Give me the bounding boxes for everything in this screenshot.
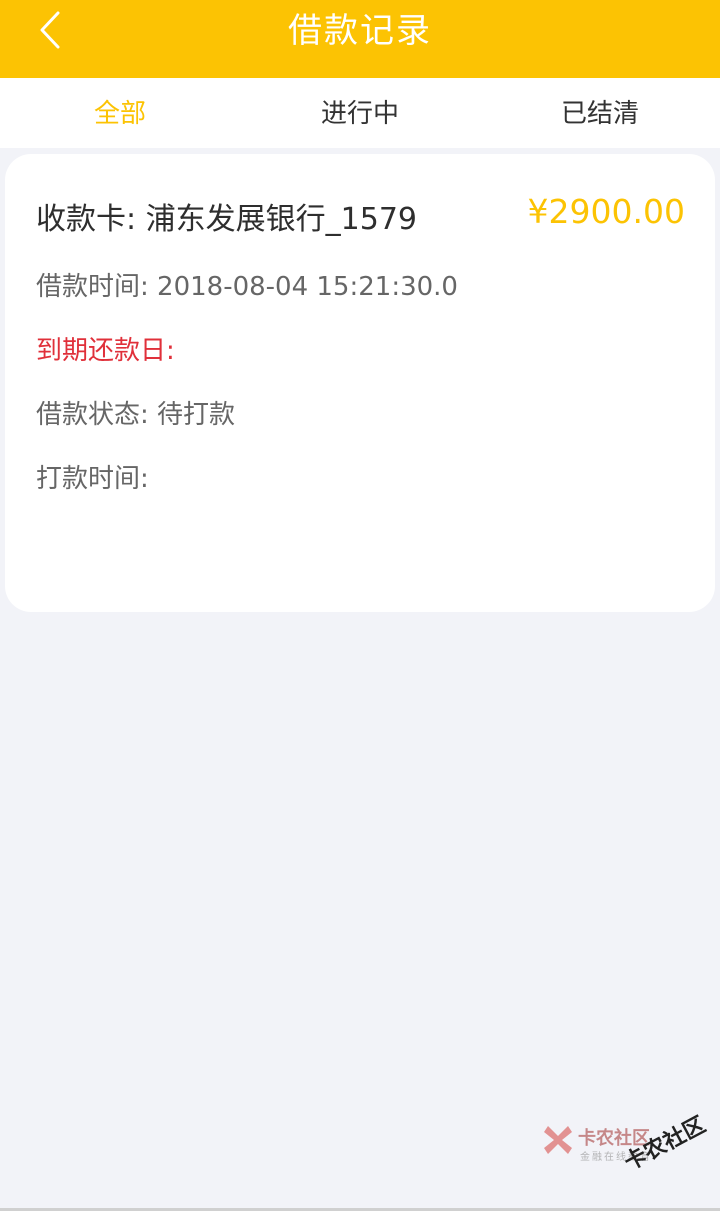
header-bar: 借款记录 — [0, 0, 720, 78]
tab-all[interactable]: 全部 — [0, 78, 240, 148]
watermark-logo: 卡农社区 金融在线教育 卡农社区 — [540, 1113, 720, 1198]
loan-amount: ¥2900.00 — [527, 192, 685, 231]
watermark-icon — [544, 1126, 572, 1154]
loan-time: 借款时间: 2018-08-04 15:21:30.0 — [36, 272, 458, 302]
watermark-stamp: 卡农社区 — [620, 1112, 710, 1176]
tab-settled[interactable]: 已结清 — [480, 78, 720, 148]
loan-status: 借款状态: 待打款 — [36, 400, 236, 430]
page-title: 借款记录 — [288, 11, 432, 51]
receiving-card-label: 收款卡: 浦东发展银行_1579 — [36, 202, 417, 237]
tab-bar: 全部 进行中 已结清 — [0, 78, 720, 148]
due-date: 到期还款日: — [36, 336, 175, 366]
payout-time: 打款时间: — [36, 464, 149, 494]
loan-record-card[interactable]: 收款卡: 浦东发展银行_1579 ¥2900.00 借款时间: 2018-08-… — [5, 154, 715, 612]
tab-in-progress[interactable]: 进行中 — [240, 78, 480, 148]
